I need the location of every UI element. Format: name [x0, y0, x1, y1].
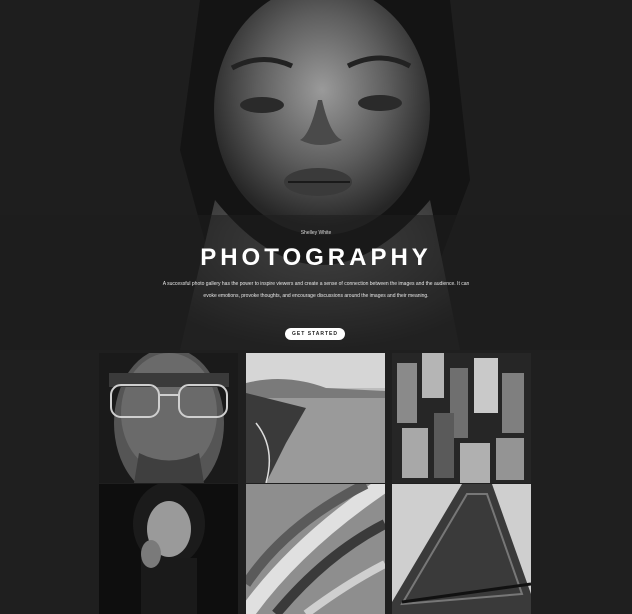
city-skyscrapers-photo [392, 353, 531, 483]
man-with-glasses-photo [99, 353, 238, 483]
woman-portrait-photo [99, 484, 238, 614]
gallery-item-man-with-glasses[interactable] [99, 353, 238, 483]
gallery-item-woman-portrait[interactable] [99, 484, 238, 614]
gallery-item-abstract-architecture[interactable] [246, 484, 385, 614]
coastal-landscape-photo [246, 353, 385, 483]
hero-author: Shelley White [300, 230, 332, 236]
hero-section: Shelley White PHOTOGRAPHY A successful p… [0, 0, 632, 350]
eiffel-tower-photo [392, 484, 531, 614]
gallery-item-coastal-landscape[interactable] [246, 353, 385, 483]
gallery-item-eiffel-tower[interactable] [392, 484, 531, 614]
gallery-item-city-skyscrapers[interactable] [392, 353, 531, 483]
get-started-button[interactable]: GET STARTED [285, 328, 345, 340]
hero-content: Shelley White PHOTOGRAPHY A successful p… [0, 0, 632, 350]
hero-description: A successful photo gallery has the power… [162, 281, 470, 299]
page-title: PHOTOGRAPHY [200, 244, 432, 271]
abstract-architecture-photo [246, 484, 385, 614]
